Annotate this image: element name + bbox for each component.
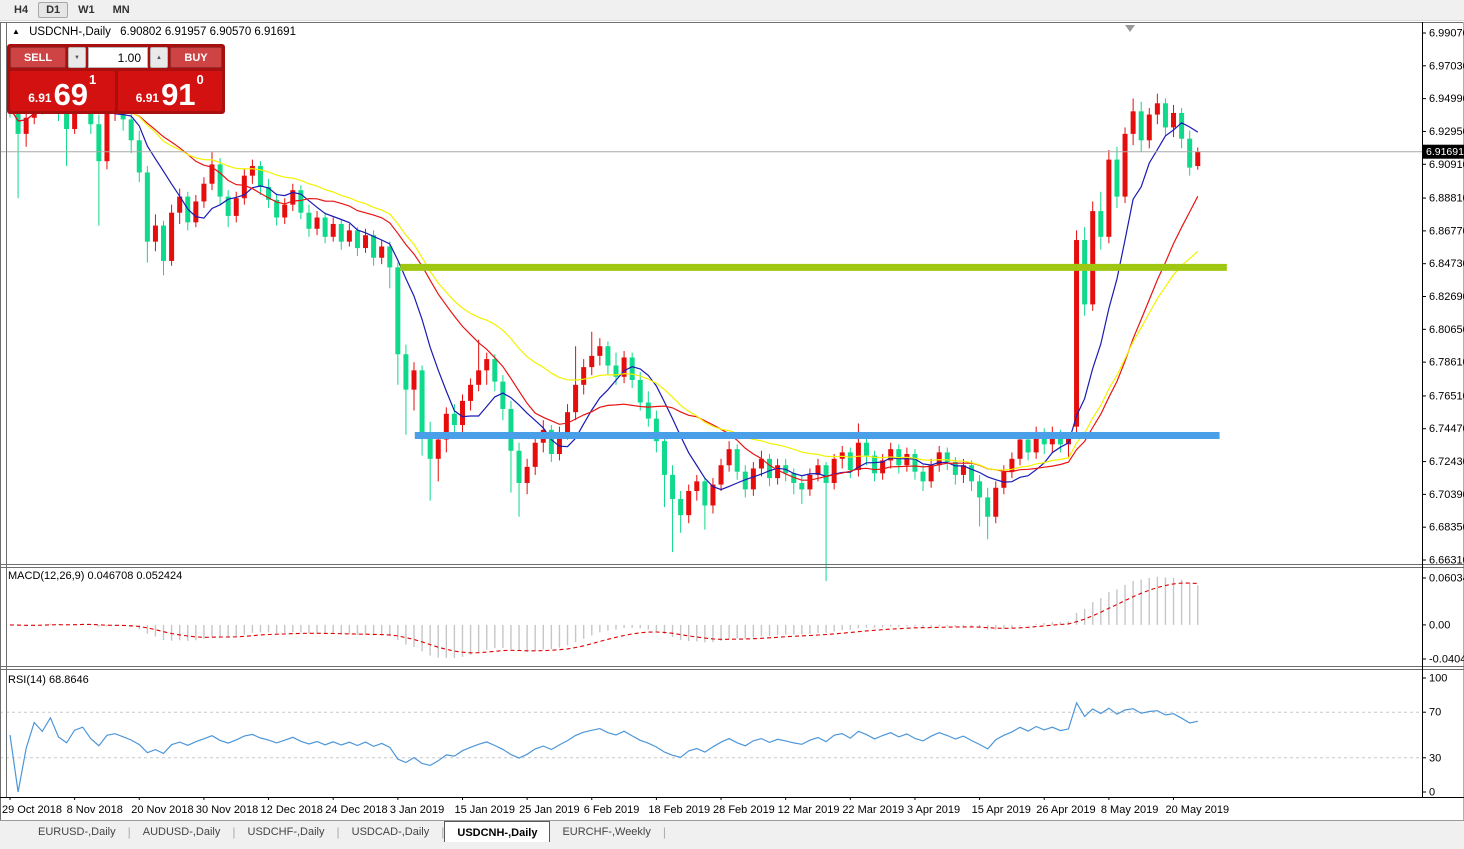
svg-text:20 Nov 2018: 20 Nov 2018	[131, 804, 193, 816]
svg-text:6.84730: 6.84730	[1429, 258, 1464, 270]
svg-text:6.97030: 6.97030	[1429, 60, 1464, 72]
rsi-indicator-label: RSI(14) 68.8646	[8, 674, 89, 686]
volume-increase-button[interactable]: ▲	[150, 47, 168, 68]
date-axis-labels: 29 Oct 2018 8 Nov 2018 20 Nov 2018 30 Nov 2…	[2, 797, 1229, 816]
volume-input[interactable]	[88, 47, 148, 68]
buy-button[interactable]: BUY	[170, 47, 222, 68]
svg-text:0.00: 0.00	[1429, 619, 1450, 631]
svg-text:24 Dec 2018: 24 Dec 2018	[325, 804, 387, 816]
svg-text:26 Apr 2019: 26 Apr 2019	[1036, 804, 1095, 816]
tab-usdcad-daily[interactable]: USDCAD-,Daily	[340, 822, 442, 841]
svg-text:6.68350: 6.68350	[1429, 522, 1464, 534]
sell-price-prefix: 6.91	[28, 91, 52, 105]
tab-usdcnh-daily[interactable]: USDCNH-,Daily	[444, 821, 551, 842]
mt4-chart-window: H4D1W1MN 6.990706.970306.949906.929506.9…	[0, 0, 1464, 849]
chart-title-row: ▲ USDCNH-,Daily 6.90802 6.91957 6.90570 …	[12, 26, 296, 38]
svg-text:6.92950: 6.92950	[1429, 126, 1464, 138]
svg-text:6.82690: 6.82690	[1429, 291, 1464, 303]
spinner-down-icon: ▼	[74, 54, 80, 61]
sell-button[interactable]: SELL	[10, 47, 66, 68]
svg-text:8 May 2019: 8 May 2019	[1101, 804, 1158, 816]
buy-price-prefix: 6.91	[135, 91, 160, 105]
svg-text:6.78610: 6.78610	[1429, 357, 1464, 369]
buy-price-point: 0	[196, 72, 204, 87]
svg-text:3 Jan 2019: 3 Jan 2019	[390, 804, 444, 816]
macd-indicator-label: MACD(12,26,9) 0.046708 0.052424	[8, 570, 183, 582]
chart-title: USDCNH-,Daily	[29, 26, 111, 38]
svg-text:6.76510: 6.76510	[1429, 390, 1464, 402]
svg-text:18 Feb 2019: 18 Feb 2019	[648, 804, 710, 816]
collapse-chart-icon[interactable]: ▲	[12, 27, 20, 36]
sell-price-pips: 69	[53, 76, 89, 112]
chart-ohlc-values: 6.90802 6.91957 6.90570 6.91691	[120, 26, 296, 38]
svg-text:6.80650: 6.80650	[1429, 324, 1464, 336]
svg-text:70: 70	[1429, 707, 1441, 719]
sell-price-point: 1	[89, 72, 97, 87]
tab-usdchf-daily[interactable]: USDCHF-,Daily	[236, 822, 337, 841]
tab-audusd-daily[interactable]: AUDUSD-,Daily	[131, 822, 233, 841]
spinner-up-icon: ▲	[156, 54, 162, 61]
svg-text:20 May 2019: 20 May 2019	[1166, 804, 1230, 816]
svg-text:8 Nov 2018: 8 Nov 2018	[67, 804, 123, 816]
chart-canvas[interactable]: 6.99070 6.97030 6.94990 6.92950 6.90910 6.888…	[0, 0, 1464, 849]
svg-text:30: 30	[1429, 752, 1441, 764]
svg-text:6.94990: 6.94990	[1429, 93, 1464, 105]
buy-price-display[interactable]: 6.91 91 0	[117, 71, 222, 112]
svg-text:30 Nov 2018: 30 Nov 2018	[196, 804, 258, 816]
svg-text:3 Apr 2019: 3 Apr 2019	[907, 804, 960, 816]
svg-text:6.74470: 6.74470	[1429, 423, 1464, 435]
svg-text:0: 0	[1429, 787, 1435, 799]
svg-text:22 Mar 2019: 22 Mar 2019	[842, 804, 904, 816]
svg-text:15 Jan 2019: 15 Jan 2019	[454, 804, 515, 816]
svg-text:15 Apr 2019: 15 Apr 2019	[972, 804, 1031, 816]
svg-text:6.66310: 6.66310	[1429, 555, 1464, 567]
svg-text:6.70390: 6.70390	[1429, 489, 1464, 501]
svg-text:-0.040415: -0.040415	[1429, 654, 1464, 666]
svg-text:6.99070: 6.99070	[1429, 28, 1464, 40]
one-click-trading-panel: SELL ▼ ▲ BUY 6.91691 6.91910	[7, 44, 225, 114]
svg-text:6.88810: 6.88810	[1429, 193, 1464, 205]
svg-text:6.90910: 6.90910	[1429, 159, 1464, 171]
svg-text:0.060342: 0.060342	[1429, 573, 1464, 585]
svg-text:25 Jan 2019: 25 Jan 2019	[519, 804, 580, 816]
tab-eurchf-weekly[interactable]: EURCHF-,Weekly	[550, 822, 662, 841]
svg-text:28 Feb 2019: 28 Feb 2019	[713, 804, 775, 816]
svg-text:6 Feb 2019: 6 Feb 2019	[584, 804, 640, 816]
svg-text:100: 100	[1429, 673, 1447, 685]
symbol-tab-bar: EURUSD-,Daily | AUDUSD-,Daily | USDCHF-,Dail…	[0, 820, 1464, 849]
tab-separator: |	[662, 825, 666, 839]
svg-text:12 Mar 2019: 12 Mar 2019	[778, 804, 840, 816]
svg-text:29 Oct 2018: 29 Oct 2018	[2, 804, 62, 816]
svg-text:6.72430: 6.72430	[1429, 456, 1464, 468]
tab-eurusd-daily[interactable]: EURUSD-,Daily	[26, 822, 128, 841]
volume-decrease-button[interactable]: ▼	[68, 47, 86, 68]
sell-price-display[interactable]: 6.91 69 1	[10, 71, 115, 111]
svg-text:6.86770: 6.86770	[1429, 225, 1464, 237]
svg-text:12 Dec 2018: 12 Dec 2018	[261, 804, 323, 816]
buy-price-pips: 91	[161, 76, 196, 112]
svg-text:6.91691: 6.91691	[1426, 146, 1464, 158]
